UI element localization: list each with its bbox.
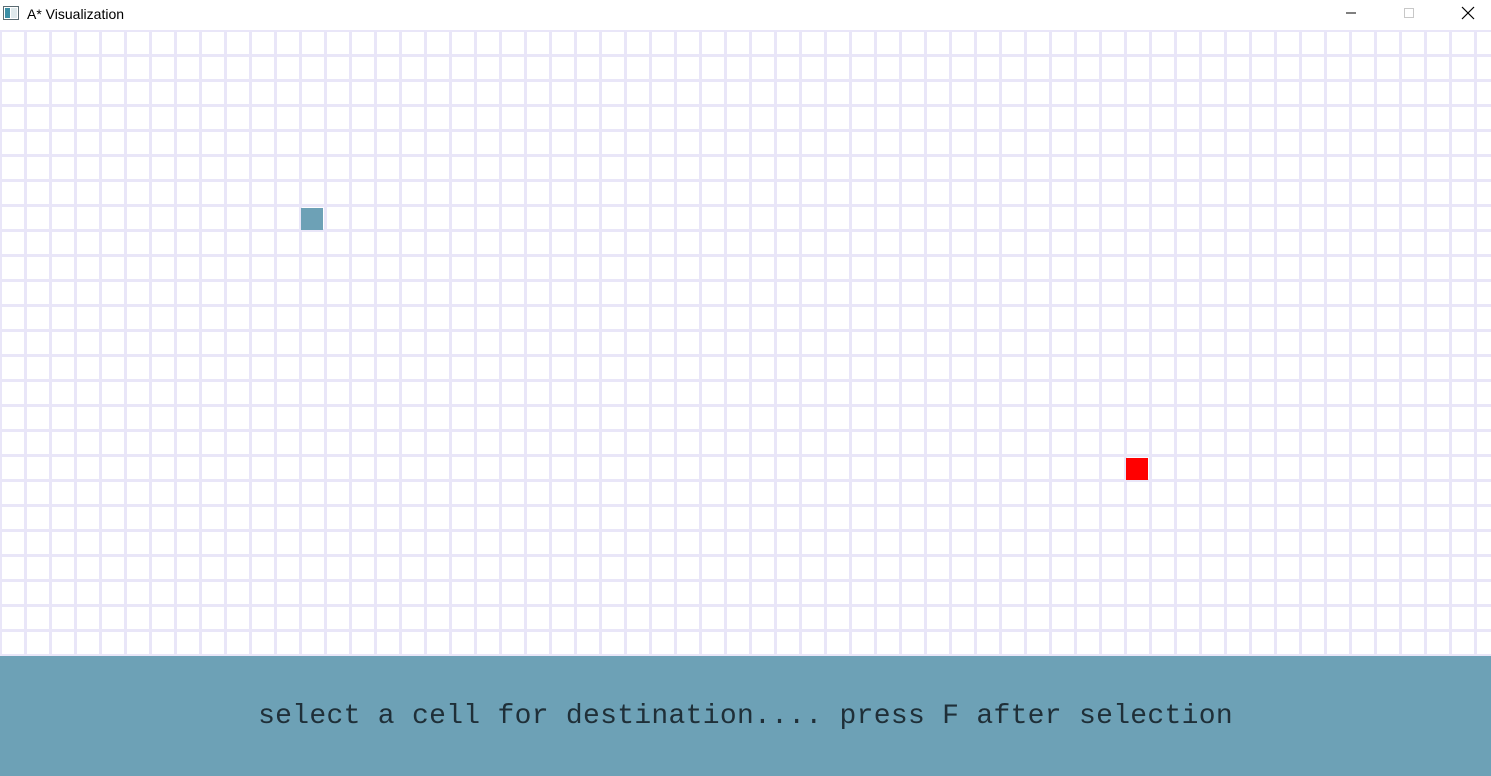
minimize-button[interactable]	[1328, 0, 1374, 30]
source-cell[interactable]	[301, 208, 323, 230]
status-bar: select a cell for destination.... press …	[0, 656, 1491, 776]
maximize-button[interactable]	[1386, 0, 1432, 30]
maximize-icon	[1403, 6, 1415, 24]
destination-cell[interactable]	[1126, 458, 1148, 480]
pathfinding-grid[interactable]	[0, 30, 1491, 656]
status-message: select a cell for destination.... press …	[258, 700, 1233, 732]
close-icon	[1461, 6, 1475, 25]
minimize-icon	[1345, 6, 1357, 24]
app-icon	[3, 6, 19, 20]
close-button[interactable]	[1445, 0, 1491, 30]
app-window: A* Visualization select a cell for desti…	[0, 0, 1491, 776]
window-title: A* Visualization	[27, 6, 125, 22]
title-bar[interactable]: A* Visualization	[0, 0, 1491, 30]
